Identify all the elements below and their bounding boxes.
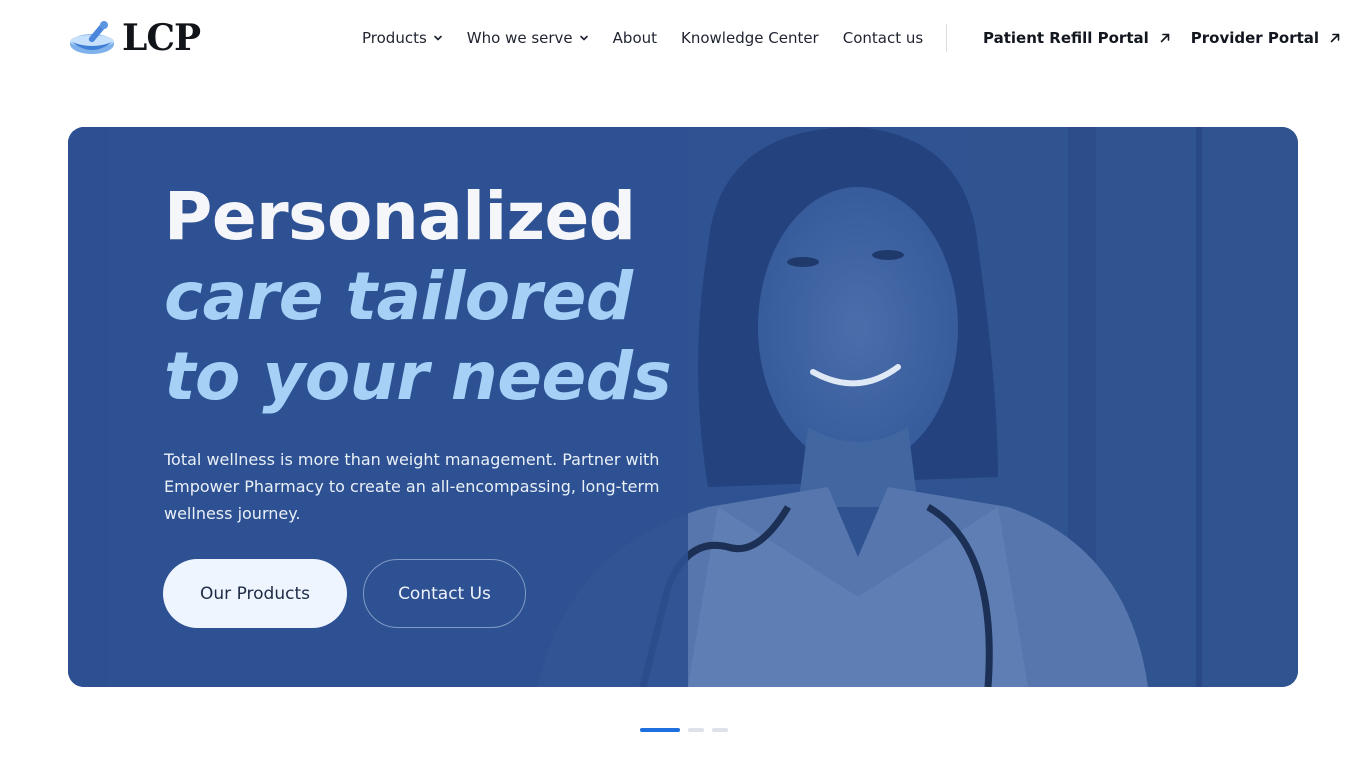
contact-us-button[interactable]: Contact Us: [363, 559, 526, 628]
patient-refill-portal-link[interactable]: Patient Refill Portal: [983, 29, 1171, 47]
nav-item-label: Contact us: [842, 29, 924, 47]
carousel-pager: [640, 728, 728, 732]
external-arrow-icon: [1160, 33, 1170, 43]
nav-divider: [946, 24, 947, 52]
chevron-down-icon: [579, 35, 588, 41]
hero-description: Total wellness is more than weight manag…: [164, 450, 660, 523]
portal-label: Patient Refill Portal: [983, 29, 1149, 47]
carousel-dot-1[interactable]: [640, 728, 680, 732]
hero-title-line-2: care tailored: [164, 258, 633, 335]
nav-item-label: About: [612, 29, 658, 47]
hero-title: Personalized care tailored to your needs: [164, 177, 804, 417]
nav-item-who-we-serve[interactable]: Who we serve: [467, 29, 589, 47]
nav-item-label: Knowledge Center: [681, 29, 819, 47]
hero-title-line-1: Personalized: [164, 178, 636, 255]
nav-item-label: Products: [362, 29, 427, 47]
main-nav: Products Who we serve About Knowledge Ce…: [362, 26, 923, 50]
brand-name: LCP: [122, 17, 201, 59]
portal-label: Provider Portal: [1190, 29, 1320, 47]
our-products-button[interactable]: Our Products: [163, 559, 347, 628]
brand-logo[interactable]: LCP: [68, 17, 201, 59]
carousel-dot-3[interactable]: [712, 728, 728, 732]
nav-item-label: Who we serve: [466, 29, 573, 47]
carousel-dot-2[interactable]: [688, 728, 704, 732]
hero-title-line-3: to your needs: [164, 338, 672, 415]
nav-item-knowledge-center[interactable]: Knowledge Center: [681, 29, 819, 47]
nav-item-contact-us[interactable]: Contact us: [843, 29, 923, 47]
external-arrow-icon: [1330, 33, 1340, 43]
site-header: LCP Products Who we serve About Knowledg…: [0, 0, 1366, 76]
chevron-down-icon: [433, 35, 442, 41]
provider-portal-link[interactable]: Provider Portal: [1191, 29, 1341, 47]
nav-item-about[interactable]: About: [613, 29, 657, 47]
mortar-pestle-icon: [70, 21, 114, 54]
hero-banner: Personalized care tailored to your needs…: [68, 127, 1298, 687]
nav-item-products[interactable]: Products: [362, 29, 443, 47]
portal-links: Patient Refill Portal Provider Portal: [983, 26, 1341, 50]
